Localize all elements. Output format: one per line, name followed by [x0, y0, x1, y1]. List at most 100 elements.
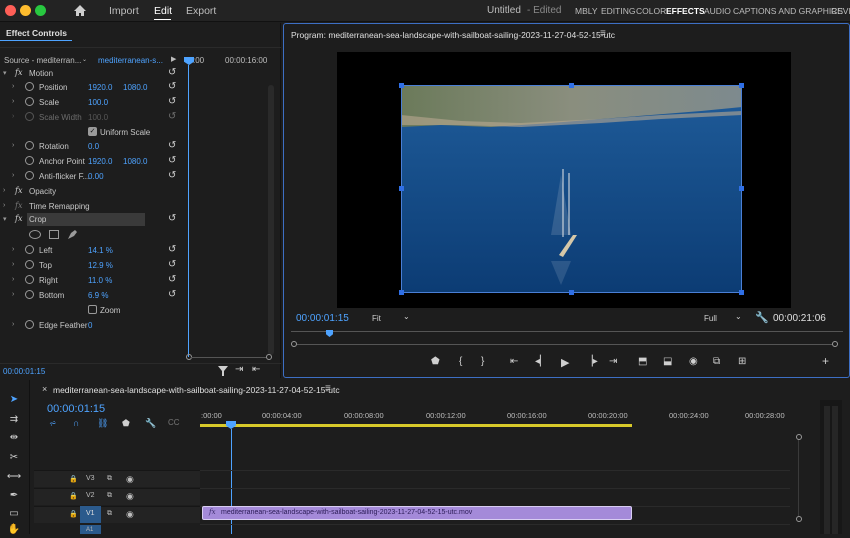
- selection-box[interactable]: [401, 85, 742, 293]
- reset-icon[interactable]: ↺: [168, 140, 176, 151]
- edge-feather-row[interactable]: › Edge Feather 0: [0, 319, 180, 333]
- stopwatch-icon[interactable]: [25, 320, 34, 329]
- stopwatch-icon[interactable]: [25, 245, 34, 254]
- rotation-row[interactable]: › Rotation 0.0 ↺: [0, 140, 180, 154]
- rotation-value[interactable]: 0.0: [88, 142, 99, 151]
- track-v1-label[interactable]: V1: [86, 510, 95, 517]
- close-window-button[interactable]: [5, 5, 16, 16]
- workspace-color[interactable]: COLOR: [636, 6, 666, 16]
- motion-row[interactable]: ▾ fx Motion ↺: [0, 67, 180, 81]
- crop-top-row[interactable]: › Top 12.9 % ↺: [0, 259, 180, 273]
- crop-left-value[interactable]: 14.1 %: [88, 246, 113, 255]
- crop-bottom-value[interactable]: 6.9 %: [88, 291, 108, 300]
- add-marker-icon[interactable]: ⬟: [431, 356, 440, 367]
- zoom-handle-right[interactable]: [266, 354, 272, 360]
- ec-zoom-bar[interactable]: [191, 357, 266, 358]
- zoom-bar[interactable]: [297, 344, 832, 345]
- zoom-checkbox[interactable]: [88, 305, 97, 314]
- quality-dropdown[interactable]: Full: [704, 314, 717, 323]
- scale-value[interactable]: 100.0: [88, 98, 108, 107]
- chevron-down-icon[interactable]: ▾: [3, 69, 7, 77]
- transform-handle[interactable]: [399, 290, 404, 295]
- work-area-bar[interactable]: [200, 424, 632, 427]
- chevron-right-icon[interactable]: ›: [12, 261, 14, 268]
- timeline-playhead[interactable]: [226, 421, 236, 429]
- remove-icon[interactable]: ⇤: [252, 364, 260, 375]
- workspace-effects[interactable]: EFFECTS: [666, 6, 705, 16]
- edge-feather-value[interactable]: 0: [88, 321, 92, 330]
- chevron-right-icon[interactable]: ›: [3, 187, 5, 194]
- opacity-row[interactable]: › fx Opacity: [0, 185, 180, 199]
- position-x-value[interactable]: 1920.0: [88, 83, 112, 92]
- chevron-right-icon[interactable]: ›: [12, 246, 14, 253]
- uniform-scale-row[interactable]: ✓ Uniform Scale: [0, 126, 180, 140]
- nest-icon[interactable]: ⩫: [49, 418, 57, 429]
- source-label[interactable]: Source - mediterran...: [4, 56, 81, 65]
- scrub-bar[interactable]: [291, 331, 843, 332]
- pen-tool-icon[interactable]: ✒: [6, 490, 22, 504]
- export-tab[interactable]: Export: [186, 5, 216, 17]
- workspace-captions[interactable]: CAPTIONS AND GRAPHICS: [733, 6, 843, 16]
- reset-icon[interactable]: ↺: [168, 155, 176, 166]
- zoom-row[interactable]: Zoom: [0, 304, 180, 318]
- v-scroll-handle-bottom[interactable]: [796, 516, 802, 522]
- zoom-window-button[interactable]: [35, 5, 46, 16]
- reset-icon[interactable]: ↺: [168, 289, 176, 300]
- multicam-icon[interactable]: ⊞: [738, 356, 746, 367]
- eye-icon[interactable]: ◉: [126, 491, 134, 502]
- workspace-audio[interactable]: AUDIO: [704, 6, 731, 16]
- track-v2-label[interactable]: V2: [86, 492, 95, 499]
- mark-in-icon[interactable]: {: [459, 356, 462, 367]
- stopwatch-icon[interactable]: [25, 82, 34, 91]
- chevron-down-icon[interactable]: ▾: [3, 215, 7, 223]
- program-title[interactable]: Program: mediterranean-sea-landscape-wit…: [291, 30, 615, 40]
- eye-icon[interactable]: ◉: [126, 509, 134, 520]
- source-dropdown-icon[interactable]: ⌄: [82, 56, 87, 63]
- time-remapping-row[interactable]: › fx Time Remapping: [0, 200, 180, 214]
- sync-lock-icon[interactable]: ⧉: [107, 492, 112, 500]
- stopwatch-icon[interactable]: [25, 171, 34, 180]
- stopwatch-icon[interactable]: [25, 275, 34, 284]
- lift-icon[interactable]: ⬒: [638, 356, 647, 367]
- zoom-handle-right[interactable]: [832, 341, 838, 347]
- fit-dropdown-chevron-icon[interactable]: ⌄: [403, 312, 410, 321]
- captions-icon[interactable]: CC: [168, 418, 180, 427]
- edit-tab[interactable]: Edit: [154, 5, 172, 17]
- stopwatch-icon[interactable]: [25, 141, 34, 150]
- sequence-tab[interactable]: mediterranean-sea-landscape-with-sailboa…: [53, 385, 340, 395]
- extract-icon[interactable]: ⬓: [663, 356, 672, 367]
- pen-mask-icon[interactable]: [67, 229, 78, 240]
- slip-tool-icon[interactable]: ⟷: [6, 471, 22, 485]
- expand-icon[interactable]: ▶: [171, 55, 176, 63]
- step-forward-icon[interactable]: ▕▸: [585, 356, 598, 367]
- workspace-assembly[interactable]: MBLY: [575, 6, 598, 16]
- transform-handle[interactable]: [739, 83, 744, 88]
- stopwatch-icon[interactable]: [25, 156, 34, 165]
- track-a1-label[interactable]: A1: [86, 527, 93, 533]
- step-back-icon[interactable]: ◂▏: [535, 356, 548, 367]
- crop-bottom-row[interactable]: › Bottom 6.9 % ↺: [0, 289, 180, 303]
- selection-tool-icon[interactable]: ➤: [6, 394, 22, 408]
- position-y-value[interactable]: 1080.0: [123, 83, 147, 92]
- chevron-right-icon[interactable]: ›: [12, 83, 14, 90]
- rectangle-mask-icon[interactable]: [49, 230, 59, 239]
- filter-icon[interactable]: [218, 366, 228, 376]
- go-to-out-icon[interactable]: ⇥: [609, 356, 617, 367]
- eye-icon[interactable]: ◉: [126, 474, 134, 485]
- v-scrollbar[interactable]: [798, 440, 799, 516]
- antiflicker-value[interactable]: 0.00: [88, 172, 104, 181]
- camera-icon[interactable]: ◉: [689, 356, 698, 367]
- sync-lock-icon[interactable]: ⧉: [107, 510, 112, 518]
- reset-icon[interactable]: ↺: [168, 274, 176, 285]
- transform-handle[interactable]: [569, 290, 574, 295]
- chevron-right-icon[interactable]: ›: [12, 172, 14, 179]
- position-row[interactable]: › Position 1920.0 1080.0 ↺: [0, 81, 180, 95]
- fx-icon[interactable]: fx: [15, 68, 22, 77]
- track-select-tool-icon[interactable]: ⇉: [6, 414, 22, 428]
- clip-label[interactable]: mediterranean-s...: [98, 56, 163, 65]
- export-icon[interactable]: ⇥: [235, 364, 243, 375]
- hand-tool-icon[interactable]: ✋: [6, 524, 22, 538]
- scale-row[interactable]: › Scale 100.0 ↺: [0, 96, 180, 110]
- add-button-icon[interactable]: +: [822, 354, 829, 368]
- workspace-review[interactable]: REVIE: [831, 6, 850, 16]
